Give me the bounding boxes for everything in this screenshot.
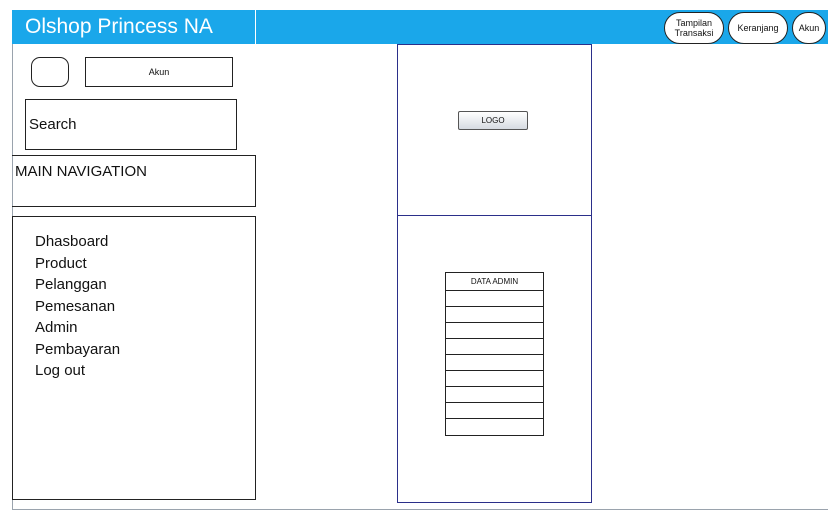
search-input[interactable]: Search [25,99,237,150]
table-row [446,419,543,435]
akun-header-button[interactable]: Akun [792,12,826,44]
akun-button[interactable]: Akun [85,57,233,87]
sidebar-nav-list: Dhasboard Product Pelanggan Pemesanan Ad… [12,216,256,500]
sidebar-item-pemesanan[interactable]: Pemesanan [35,296,255,318]
table-row [446,355,543,371]
table-row [446,323,543,339]
table-row [446,339,543,355]
data-admin-table: DATA ADMIN [445,272,544,436]
avatar[interactable] [31,57,69,87]
brand-title: Olshop Princess NA [12,10,256,44]
tampilan-transaksi-button[interactable]: Tampilan Transaksi [664,12,724,44]
table-row [446,403,543,419]
table-row [446,371,543,387]
keranjang-button[interactable]: Keranjang [728,12,788,44]
sidebar-item-logout[interactable]: Log out [35,360,255,382]
sidebar-item-pembayaran[interactable]: Pembayaran [35,339,255,361]
sidebar-item-pelanggan[interactable]: Pelanggan [35,274,255,296]
table-row [446,291,543,307]
sidebar-item-dhasboard[interactable]: Dhasboard [35,231,255,253]
table-row [446,307,543,323]
main-navigation-header: MAIN NAVIGATION [12,155,256,207]
sidebar-item-product[interactable]: Product [35,253,255,275]
logo-button[interactable]: LOGO [458,111,528,130]
logo-panel [397,44,592,216]
sidebar-item-admin[interactable]: Admin [35,317,255,339]
table-row [446,387,543,403]
table-header: DATA ADMIN [446,273,543,291]
